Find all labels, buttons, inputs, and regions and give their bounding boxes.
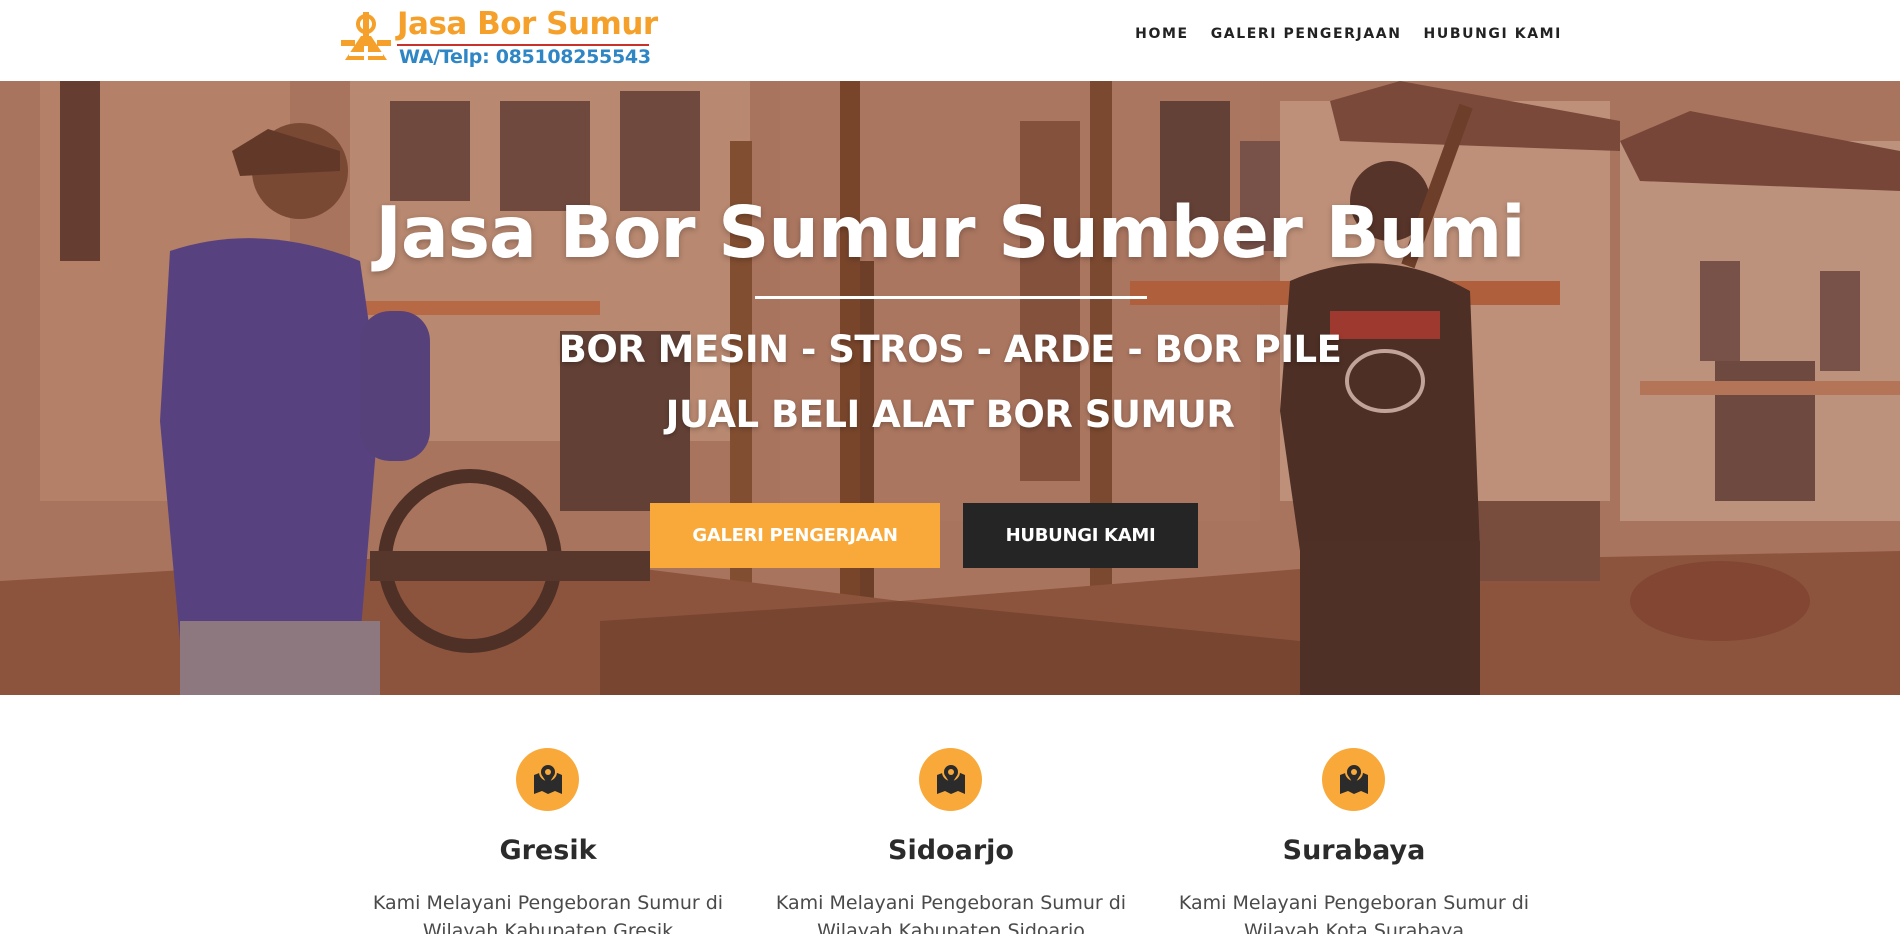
nav-hubungi-kami[interactable]: HUBUNGI KAMI xyxy=(1424,26,1562,42)
nav-galeri-pengerjaan[interactable]: GALERI PENGERJAAN xyxy=(1211,26,1402,42)
hubungi-kami-button[interactable]: HUBUNGI KAMI xyxy=(963,503,1198,568)
area-title: Sidoarjo xyxy=(888,835,1014,866)
map-pin-icon xyxy=(1322,748,1385,811)
map-pin-icon xyxy=(516,748,579,811)
drill-rig-icon xyxy=(341,12,391,60)
galeri-pengerjaan-button[interactable]: GALERI PENGERJAAN xyxy=(650,503,940,568)
hero-content: Jasa Bor Sumur Sumber Bumi BOR MESIN - S… xyxy=(0,81,1900,695)
area-description: Kami Melayani Pengeboran Sumur di Wilaya… xyxy=(1178,892,1530,934)
hero-section: Jasa Bor Sumur Sumber Bumi BOR MESIN - S… xyxy=(0,81,1900,695)
site-header: Jasa Bor Sumur WA/Telp: 085108255543 HOM… xyxy=(0,0,1900,81)
map-pin-icon xyxy=(919,748,982,811)
brand-contact: WA/Telp: 085108255543 xyxy=(399,46,651,68)
hero-title: Jasa Bor Sumur Sumber Bumi xyxy=(375,191,1525,274)
main-nav: HOME GALERI PENGERJAAN HUBUNGI KAMI xyxy=(1135,26,1562,42)
area-title: Surabaya xyxy=(1282,835,1426,866)
hero-services-line: BOR MESIN - STROS - ARDE - BOR PILE xyxy=(558,328,1342,371)
area-title: Gresik xyxy=(499,835,597,866)
area-description: Kami Melayani Pengeboran Sumur di Wilaya… xyxy=(372,892,724,934)
brand-title: Jasa Bor Sumur xyxy=(397,6,658,42)
nav-home[interactable]: HOME xyxy=(1135,26,1189,42)
hero-sales-line: JUAL BELI ALAT BOR SUMUR xyxy=(665,393,1235,436)
hero-divider xyxy=(755,296,1147,299)
area-description: Kami Melayani Pengeboran Sumur di Wilaya… xyxy=(775,892,1127,934)
site-logo-link[interactable]: Jasa Bor Sumur WA/Telp: 085108255543 xyxy=(339,6,659,68)
service-areas-section: Gresik Kami Melayani Pengeboran Sumur di… xyxy=(0,695,1900,934)
